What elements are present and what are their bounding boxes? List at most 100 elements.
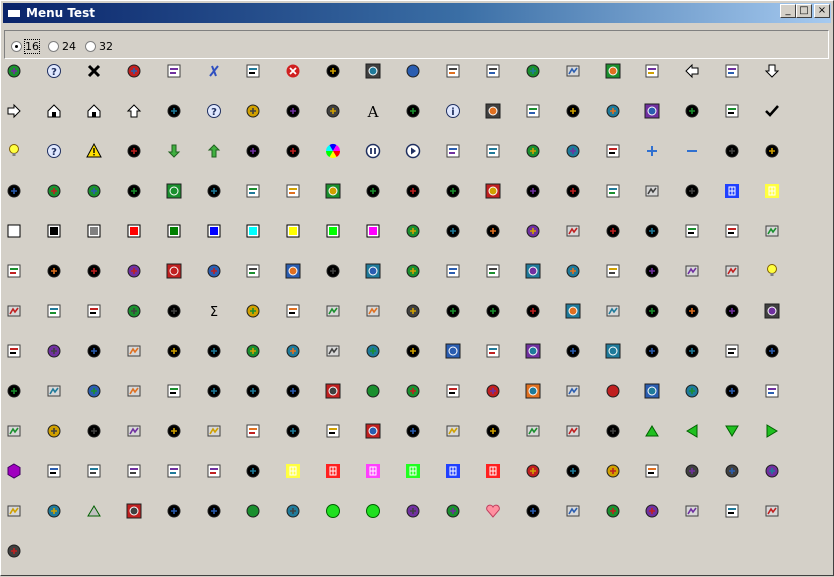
triangle-left-icon[interactable] xyxy=(683,422,701,440)
terminal2-icon[interactable] xyxy=(524,422,542,440)
waveform-icon[interactable] xyxy=(444,262,462,280)
prod-icon[interactable] xyxy=(643,462,661,480)
bulb-icon[interactable] xyxy=(763,262,781,280)
user-icon[interactable] xyxy=(284,182,302,200)
italic-x-icon[interactable] xyxy=(205,62,223,80)
pause-icon[interactable] xyxy=(364,142,382,160)
monitor-check-icon[interactable] xyxy=(643,342,661,360)
heartbeat-icon[interactable] xyxy=(763,502,781,520)
book-dark-icon[interactable] xyxy=(284,102,302,120)
home-icon[interactable] xyxy=(45,102,63,120)
tools2-icon[interactable] xyxy=(683,302,701,320)
xcsb-icon[interactable] xyxy=(683,462,701,480)
delete-bookmark-icon[interactable] xyxy=(244,62,262,80)
rainbow2-icon[interactable] xyxy=(564,182,582,200)
globe-icon[interactable] xyxy=(723,382,741,400)
color-gray-icon[interactable] xyxy=(85,222,103,240)
rabbit-icon[interactable] xyxy=(643,262,661,280)
cpu-icon[interactable] xyxy=(564,302,582,320)
display-icon[interactable] xyxy=(683,262,701,280)
size-option-32[interactable]: 32 xyxy=(85,39,113,53)
circle-icon[interactable] xyxy=(643,222,661,240)
usb-icon[interactable] xyxy=(444,382,462,400)
back-icon[interactable] xyxy=(683,62,701,80)
printer-icon[interactable] xyxy=(643,102,661,120)
add-bookmark-icon[interactable] xyxy=(5,62,23,80)
print-preview-icon[interactable] xyxy=(165,102,183,120)
cd-drive-icon[interactable] xyxy=(5,382,23,400)
picture-icon[interactable] xyxy=(125,182,143,200)
frames-icon[interactable] xyxy=(165,182,183,200)
table-icon[interactable] xyxy=(723,102,741,120)
frame3-icon[interactable] xyxy=(244,502,262,520)
safe-icon[interactable] xyxy=(763,342,781,360)
maximize-button[interactable]: □ xyxy=(796,4,812,18)
plus-icon[interactable] xyxy=(643,142,661,160)
help-circle-icon[interactable]: ? xyxy=(45,142,63,160)
square-gray-icon[interactable] xyxy=(45,502,63,520)
hexagon-icon[interactable] xyxy=(5,462,23,480)
folder-up-icon[interactable] xyxy=(723,62,741,80)
forward-icon[interactable] xyxy=(5,102,23,120)
chip-icon[interactable] xyxy=(85,262,103,280)
windows-icon[interactable] xyxy=(524,142,542,160)
person-icon[interactable] xyxy=(524,502,542,520)
tree-icon[interactable] xyxy=(643,302,661,320)
page2-icon[interactable] xyxy=(444,422,462,440)
color-black-icon[interactable] xyxy=(45,222,63,240)
chinese-icon[interactable] xyxy=(564,342,582,360)
tools-icon[interactable] xyxy=(604,262,622,280)
sqrt-icon[interactable] xyxy=(45,302,63,320)
processor-icon[interactable] xyxy=(484,382,502,400)
devil-icon[interactable] xyxy=(85,462,103,480)
magic-wand-icon[interactable] xyxy=(604,182,622,200)
minus-icon[interactable] xyxy=(683,142,701,160)
sphere-icon[interactable] xyxy=(284,262,302,280)
circuit-icon[interactable] xyxy=(45,422,63,440)
traffic-icon[interactable] xyxy=(444,342,462,360)
new-file-icon[interactable] xyxy=(444,62,462,80)
kanji-icon[interactable] xyxy=(45,262,63,280)
wc-icon[interactable] xyxy=(604,462,622,480)
color-red-icon[interactable] xyxy=(125,222,143,240)
ram2-icon[interactable] xyxy=(604,382,622,400)
eye-icon[interactable] xyxy=(723,142,741,160)
font-icon[interactable]: A xyxy=(364,102,382,120)
warning-note-icon[interactable] xyxy=(205,422,223,440)
face-icon[interactable] xyxy=(5,182,23,200)
details-list-icon[interactable] xyxy=(484,102,502,120)
ribbon-icon[interactable] xyxy=(683,222,701,240)
pipette-icon[interactable] xyxy=(284,302,302,320)
film-icon[interactable] xyxy=(604,142,622,160)
chip2-icon[interactable] xyxy=(364,382,382,400)
bird-icon[interactable] xyxy=(723,342,741,360)
acrobat-icon[interactable] xyxy=(5,262,23,280)
cd-icon[interactable] xyxy=(763,302,781,320)
terminal-icon[interactable] xyxy=(85,302,103,320)
check-icon[interactable] xyxy=(763,102,781,120)
oscilloscope-icon[interactable] xyxy=(524,382,542,400)
computer-icon[interactable] xyxy=(404,302,422,320)
keyboard-icon[interactable] xyxy=(364,302,382,320)
triangle-down-icon[interactable] xyxy=(723,422,741,440)
ruler-icon[interactable] xyxy=(364,342,382,360)
plot-icon[interactable] xyxy=(404,502,422,520)
english-icon[interactable] xyxy=(205,382,223,400)
wrench-icon[interactable] xyxy=(643,182,661,200)
portrait2-icon[interactable] xyxy=(125,382,143,400)
grid-yellow-icon[interactable] xyxy=(763,182,781,200)
snake2-icon[interactable] xyxy=(524,182,542,200)
package-icon[interactable] xyxy=(484,302,502,320)
barcode-icon[interactable] xyxy=(683,342,701,360)
figure-icon[interactable] xyxy=(404,382,422,400)
edit-page-icon[interactable] xyxy=(564,142,582,160)
color-cyan-icon[interactable] xyxy=(244,222,262,240)
list-icon[interactable] xyxy=(404,102,422,120)
tip-icon[interactable] xyxy=(5,142,23,160)
green-circle2-icon[interactable] xyxy=(364,502,382,520)
ship-icon[interactable] xyxy=(125,502,143,520)
puzzle2-icon[interactable] xyxy=(404,182,422,200)
heart-box-icon[interactable] xyxy=(643,502,661,520)
plant-icon[interactable] xyxy=(5,502,23,520)
camera2-icon[interactable] xyxy=(284,382,302,400)
